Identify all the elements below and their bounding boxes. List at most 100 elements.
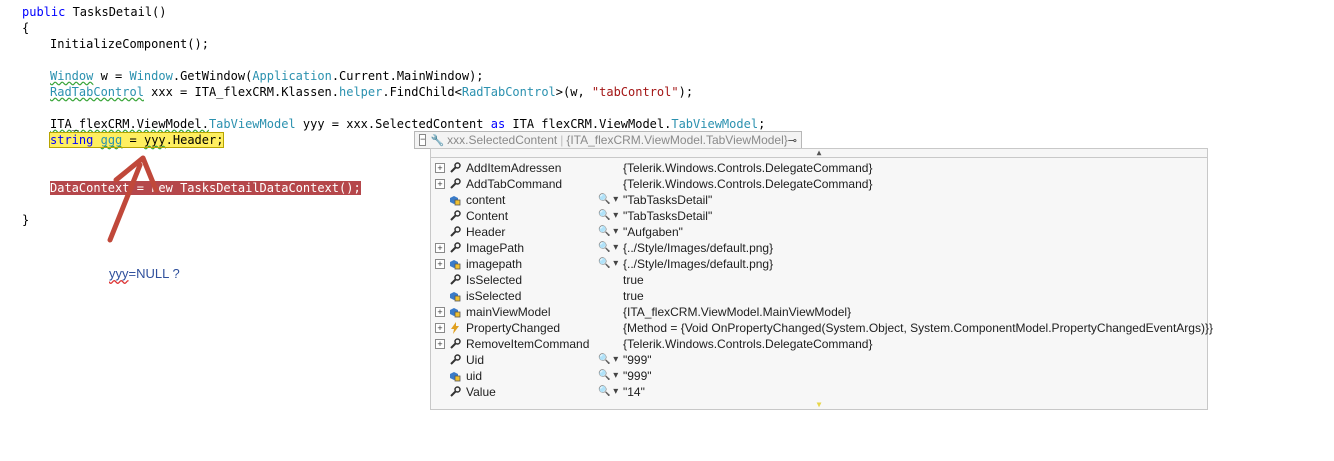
member-row[interactable]: isSelected true [431,288,1207,304]
member-name: RemoveItemCommand [466,337,590,351]
member-name: ImagePath [466,241,525,255]
type-name: TabViewModel [671,117,759,131]
member-row[interactable]: IsSelected true [431,272,1207,288]
member-row[interactable]: content 🔍 ▾ "TabTasksDetail" [431,192,1207,208]
member-row[interactable]: + RemoveItemCommand {Telerik.Windows.Contr… [431,336,1207,352]
member-value[interactable]: "999" [623,352,652,368]
scroll-up-button[interactable]: ▲ [430,148,1208,158]
private-field-icon [449,258,461,270]
member-row[interactable]: + mainViewModel {ITA_flexCRM.ViewModel.Mai… [431,304,1207,320]
member-value[interactable]: {Telerik.Windows.Controls.DelegateComman… [623,160,872,176]
datatip-members[interactable]: + AddItemAdressen {Telerik.Windows.Control… [430,158,1213,410]
keyword: as [490,117,506,131]
member-name: Header [466,225,506,239]
member-value[interactable]: {Telerik.Windows.Controls.DelegateComman… [623,176,872,192]
pin-icon[interactable]: ⊸ [788,134,797,147]
member-row[interactable]: + AddTabCommand {Telerik.Windows.Controls.… [431,176,1207,192]
expand-icon[interactable]: + [435,323,445,333]
member-value[interactable]: {Method = {Void OnPropertyChanged(System… [623,320,1213,336]
wrench-icon [449,354,461,366]
member-row[interactable]: Value 🔍 ▾ "14" [431,384,1207,400]
wrench-icon: 🔧 [430,134,445,147]
expand-icon[interactable]: + [435,179,445,189]
member-name: imagepath [466,257,523,271]
member-row[interactable]: Header 🔍 ▾ "Aufgaben" [431,224,1207,240]
string-literal: "tabControl" [591,85,679,99]
code-text: yyy = xxx.SelectedContent [295,117,491,131]
lightning-icon [449,322,461,334]
member-row[interactable]: + AddItemAdressen {Telerik.Windows.Control… [431,160,1207,176]
member-name: Content [466,209,509,223]
type-name: helper [339,85,383,99]
code-text: ; [758,117,766,131]
private-field-icon [449,290,461,302]
annotation-word: yyy [109,266,129,281]
member-value[interactable]: true [623,288,644,304]
private-field-icon [449,370,461,382]
wrench-icon [449,178,461,190]
member-name: AddTabCommand [466,177,563,191]
collapse-icon[interactable]: − [419,134,427,146]
annotation-arrow [107,155,159,243]
member-row[interactable]: Content 🔍 ▾ "TabTasksDetail" [431,208,1207,224]
expand-icon[interactable]: + [435,339,445,349]
private-field-icon [449,306,461,318]
expand-icon[interactable]: + [435,163,445,173]
member-value[interactable]: {../Style/Images/default.png} [623,256,773,272]
member-name: isSelected [466,289,522,303]
member-row[interactable]: uid 🔍 ▾ "999" [431,368,1207,384]
visualizer-icon[interactable]: 🔍 ▾ [598,208,618,224]
annotation-rest: =NULL ? [128,266,180,281]
type-name: RadTabControl [461,85,556,99]
code-text: ); [678,85,694,99]
separator: | [560,133,564,147]
member-row[interactable]: + ImagePath 🔍 ▾ {../Style/Images/default.pn… [431,240,1207,256]
wrench-icon [449,386,461,398]
visualizer-icon[interactable]: 🔍 ▾ [598,368,618,384]
code-text: .FindChild< [382,85,462,99]
member-value[interactable]: "TabTasksDetail" [623,208,712,224]
expand-icon[interactable]: + [435,307,445,317]
member-row[interactable]: + PropertyChanged {Method = {Void OnProper… [431,320,1213,336]
member-row[interactable]: + imagepath 🔍 ▾ {../Style/Images/default.pn… [431,256,1207,272]
member-value[interactable]: {Telerik.Windows.Controls.DelegateComman… [623,336,872,352]
code-text: ITA flexCRM.ViewModel. [505,117,672,131]
visualizer-icon[interactable]: 🔍 ▾ [598,192,618,208]
visualizer-icon[interactable]: 🔍 ▾ [598,384,618,400]
wrench-icon [449,162,461,174]
code-text: >(w, [555,85,592,99]
datatip-expression: xxx.SelectedContent [447,133,558,147]
expand-icon[interactable]: + [435,259,445,269]
private-field-icon [449,194,461,206]
wrench-icon [449,226,461,238]
code-text: .Current.MainWindow); [331,69,484,83]
member-name: Uid [466,353,485,367]
visualizer-icon[interactable]: 🔍 ▾ [598,256,618,272]
member-name: IsSelected [466,273,523,287]
datatip-header[interactable]: − 🔧 xxx.SelectedContent | {ITA_flexCRM.V… [414,131,802,149]
wrench-icon [449,338,461,350]
visualizer-icon[interactable]: 🔍 ▾ [598,224,618,240]
member-name: content [466,193,506,207]
member-name: PropertyChanged [466,321,561,335]
scroll-down-button[interactable]: ▼ [430,400,1208,410]
annotation-text: yyy=NULL ? [109,266,180,281]
expand-icon[interactable]: + [435,243,445,253]
datatip-type: {ITA_flexCRM.ViewModel.TabViewModel} [566,133,788,147]
wrench-icon [449,210,461,222]
member-name: uid [466,369,483,383]
member-row[interactable]: Uid 🔍 ▾ "999" [431,352,1207,368]
member-name: AddItemAdressen [466,161,562,175]
member-value[interactable]: "Aufgaben" [623,224,683,240]
member-value[interactable]: {../Style/Images/default.png} [623,240,773,256]
visualizer-icon[interactable]: 🔍 ▾ [598,352,618,368]
wrench-icon [449,274,461,286]
member-value[interactable]: {ITA_flexCRM.ViewModel.MainViewModel} [623,304,851,320]
wrench-icon [449,242,461,254]
member-value[interactable]: "14" [623,384,645,400]
member-value[interactable]: true [623,272,644,288]
visualizer-icon[interactable]: 🔍 ▾ [598,240,618,256]
member-value[interactable]: "TabTasksDetail" [623,192,712,208]
member-value[interactable]: "999" [623,368,652,384]
member-name: Value [466,385,496,399]
